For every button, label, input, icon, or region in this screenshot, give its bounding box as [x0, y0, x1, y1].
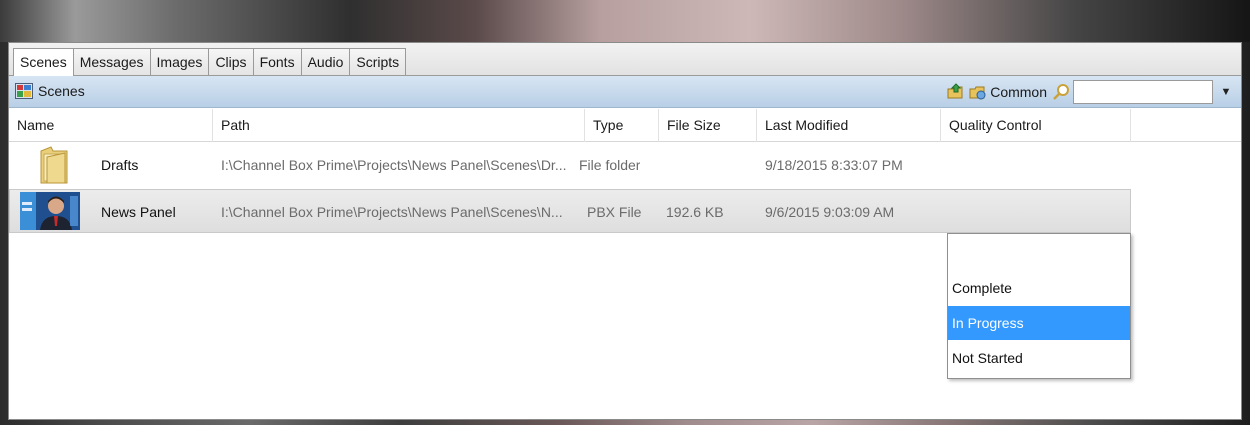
column-header-name[interactable]: Name: [9, 109, 213, 142]
tab-clips[interactable]: Clips: [208, 48, 254, 75]
folder-up-icon[interactable]: [946, 82, 966, 102]
quality-control-dropdown: Complete In Progress Not Started: [947, 233, 1131, 379]
row-last-modified: 9/6/2015 9:03:09 AM: [765, 204, 895, 220]
tab-images[interactable]: Images: [149, 48, 210, 75]
table-row[interactable]: News Panel I:\Channel Box Prime\Projects…: [9, 189, 1131, 233]
header-title-group: Scenes: [15, 83, 85, 99]
common-folder-icon[interactable]: [968, 82, 988, 102]
header-title: Scenes: [38, 83, 85, 99]
scenes-header-bar: Scenes Common ▼: [9, 76, 1241, 108]
tab-messages[interactable]: Messages: [72, 48, 151, 75]
column-header-type[interactable]: Type: [585, 109, 659, 142]
header-toolbar: Common ▼: [946, 80, 1237, 104]
scenes-icon: [15, 83, 33, 99]
search-icon[interactable]: [1051, 82, 1071, 102]
quality-option-not-started[interactable]: Not Started: [948, 341, 1130, 375]
tab-strip: Scenes Messages Images Clips Fonts Audio…: [9, 43, 1241, 76]
quality-option-complete[interactable]: Complete: [948, 271, 1130, 305]
tab-fonts[interactable]: Fonts: [252, 48, 302, 75]
common-label[interactable]: Common: [990, 84, 1047, 100]
row-name: News Panel: [101, 204, 176, 220]
row-file-size: 192.6 KB: [666, 204, 724, 220]
quality-option-blank[interactable]: [948, 236, 1130, 270]
row-path: I:\Channel Box Prime\Projects\News Panel…: [221, 204, 563, 220]
tab-scripts[interactable]: Scripts: [349, 48, 407, 75]
row-type: PBX File: [587, 204, 642, 220]
chevron-down-icon[interactable]: ▼: [1215, 80, 1237, 104]
column-header-last-modified[interactable]: Last Modified: [757, 109, 941, 142]
column-header-file-size[interactable]: File Size: [659, 109, 757, 142]
tab-list: Scenes Messages Images Clips Fonts Audio…: [13, 48, 407, 76]
quality-option-in-progress[interactable]: In Progress: [948, 306, 1130, 340]
row-name: Drafts: [101, 157, 139, 173]
column-header-quality-control[interactable]: Quality Control: [941, 109, 1131, 142]
table-row[interactable]: Drafts I:\Channel Box Prime\Projects\New…: [9, 143, 1131, 187]
scenes-panel: Scenes Messages Images Clips Fonts Audio…: [8, 42, 1242, 420]
search-input[interactable]: [1073, 80, 1213, 104]
row-type: File folder: [579, 157, 641, 173]
column-header-path[interactable]: Path: [213, 109, 585, 142]
window-title-area: [0, 0, 1250, 42]
tab-audio[interactable]: Audio: [300, 48, 351, 75]
column-headers: Name Path Type File Size Last Modified Q…: [9, 109, 1241, 142]
row-path: I:\Channel Box Prime\Projects\News Panel…: [221, 157, 567, 173]
folder-icon: [39, 145, 69, 188]
row-last-modified: 9/18/2015 8:33:07 PM: [765, 157, 903, 173]
news-thumbnail: [20, 192, 80, 233]
tab-scenes[interactable]: Scenes: [13, 48, 74, 76]
